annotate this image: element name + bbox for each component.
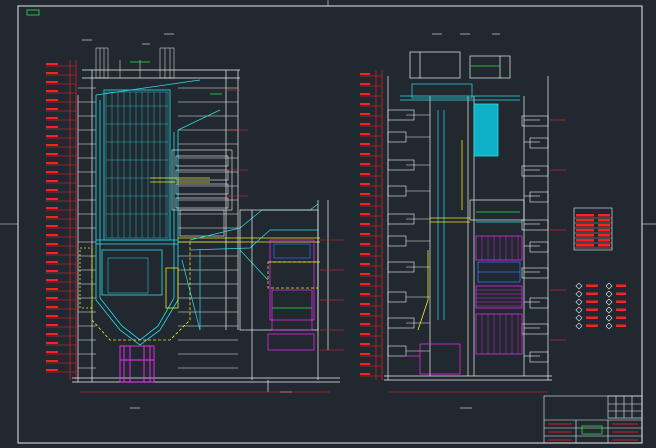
level-marker [46, 189, 58, 191]
legend-row-bar [598, 239, 610, 242]
level-marker [46, 99, 58, 101]
level-marker [46, 243, 58, 245]
level-marker [360, 373, 370, 375]
level-marker [360, 163, 370, 165]
level-marker [360, 83, 370, 85]
level-marker [360, 173, 370, 175]
legend-symbol-label [586, 316, 598, 319]
level-marker [360, 103, 370, 105]
level-marker [46, 279, 58, 281]
legend-row-bar [598, 229, 610, 232]
level-marker [46, 117, 58, 119]
level-marker [46, 207, 58, 209]
level-marker [46, 162, 58, 164]
level-marker [360, 233, 370, 235]
legend-row-bar [576, 244, 594, 247]
level-marker [46, 369, 58, 371]
level-marker [46, 351, 58, 353]
level-marker [360, 93, 370, 95]
legend-row-bar [598, 214, 610, 217]
level-marker [46, 333, 58, 335]
level-marker [46, 342, 58, 344]
level-marker [46, 126, 58, 128]
level-marker [46, 261, 58, 263]
level-marker [46, 270, 58, 272]
legend-row-bar [576, 219, 594, 222]
level-marker [360, 243, 370, 245]
level-marker [360, 183, 370, 185]
level-marker [46, 108, 58, 110]
legend-rows [574, 214, 612, 249]
level-marker [360, 253, 370, 255]
legend-symbol-label [616, 308, 626, 311]
level-marker [360, 73, 370, 75]
level-marker [46, 288, 58, 290]
legend-row-bar [576, 224, 594, 227]
level-marker [46, 198, 58, 200]
level-marker [46, 135, 58, 137]
legend-symbol-label [586, 308, 598, 311]
legend-row-bar [576, 229, 594, 232]
level-marker [46, 216, 58, 218]
level-marker [360, 323, 370, 325]
level-marker [360, 353, 370, 355]
level-marker [360, 313, 370, 315]
legend-row-bar [598, 224, 610, 227]
level-marker [360, 343, 370, 345]
legend-symbol-label [616, 284, 626, 287]
legend-row-bar [598, 219, 610, 222]
level-marker [46, 171, 58, 173]
legend-row-bar [576, 239, 594, 242]
level-marker [46, 90, 58, 92]
level-marker [360, 283, 370, 285]
legend-symbol-label [586, 300, 598, 303]
level-marker [360, 293, 370, 295]
level-marker [360, 113, 370, 115]
level-marker [360, 143, 370, 145]
level-marker [46, 81, 58, 83]
level-marker [360, 223, 370, 225]
level-marker [46, 324, 58, 326]
legend-symbol-label [616, 316, 626, 319]
level-marker [360, 123, 370, 125]
legend-row-bar [576, 214, 594, 217]
level-marker [46, 315, 58, 317]
legend-row-bar [598, 234, 610, 237]
legend-symbol-label [586, 284, 598, 287]
legend-row-bar [576, 234, 594, 237]
level-marker [46, 306, 58, 308]
level-marker [46, 360, 58, 362]
level-marker [360, 273, 370, 275]
level-marker [46, 252, 58, 254]
level-marker [46, 72, 58, 74]
level-marker [360, 333, 370, 335]
legend-symbol-label [616, 324, 626, 327]
level-marker [46, 180, 58, 182]
level-marker [360, 133, 370, 135]
cad-drawing [0, 0, 656, 448]
legend-symbol-label [616, 292, 626, 295]
level-marker [360, 303, 370, 305]
level-marker [46, 297, 58, 299]
legend-symbol-label [616, 300, 626, 303]
level-marker [46, 225, 58, 227]
level-marker [360, 193, 370, 195]
level-marker [46, 153, 58, 155]
level-marker [360, 203, 370, 205]
level-marker [360, 263, 370, 265]
level-marker [360, 213, 370, 215]
legend-row-bar [598, 244, 610, 247]
level-marker [360, 363, 370, 365]
economizer-block [473, 103, 499, 157]
level-marker [46, 234, 58, 236]
level-marker [46, 144, 58, 146]
legend-symbol-label [586, 324, 598, 327]
level-marker [46, 63, 58, 65]
level-marker [360, 153, 370, 155]
legend-symbol-label [586, 292, 598, 295]
